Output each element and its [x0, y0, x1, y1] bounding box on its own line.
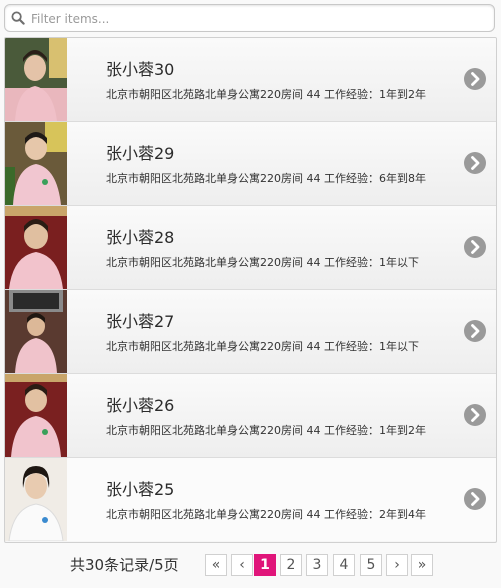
item-description: 北京市朝阳区北苑路北单身公寓220房间 44 工作经验：1年到2年: [106, 424, 426, 437]
list-item[interactable]: 张小蓉29 北京市朝阳区北苑路北单身公寓220房间 44 工作经验：6年到8年: [5, 122, 496, 206]
pagination: 共30条记录/5页 « ‹ 1 2 3 4 5 › »: [0, 548, 501, 584]
chevron-right-icon[interactable]: [464, 488, 486, 510]
chevron-right-icon[interactable]: [464, 404, 486, 426]
search-icon: [11, 11, 25, 25]
item-description: 北京市朝阳区北苑路北单身公寓220房间 44 工作经验：1年以下: [106, 256, 419, 269]
next-page-button[interactable]: ›: [386, 554, 408, 576]
filter-input[interactable]: [29, 8, 488, 30]
chevron-right-icon[interactable]: [464, 236, 486, 258]
item-name: 张小蓉26: [106, 396, 175, 415]
chevron-right-icon[interactable]: [464, 152, 486, 174]
staff-photo: [5, 290, 67, 373]
staff-photo: [5, 374, 67, 457]
page-button-1[interactable]: 1: [254, 554, 276, 576]
staff-list: 张小蓉30 北京市朝阳区北苑路北单身公寓220房间 44 工作经验：1年到2年 …: [4, 37, 497, 543]
staff-photo: [5, 458, 67, 541]
last-page-button[interactable]: »: [411, 554, 433, 576]
list-item[interactable]: 张小蓉26 北京市朝阳区北苑路北单身公寓220房间 44 工作经验：1年到2年: [5, 374, 496, 458]
item-name: 张小蓉29: [106, 144, 175, 163]
item-description: 北京市朝阳区北苑路北单身公寓220房间 44 工作经验：1年以下: [106, 340, 419, 353]
item-description: 北京市朝阳区北苑路北单身公寓220房间 44 工作经验：6年到8年: [106, 172, 426, 185]
item-description: 北京市朝阳区北苑路北单身公寓220房间 44 工作经验：1年到2年: [106, 88, 426, 101]
list-item[interactable]: 张小蓉30 北京市朝阳区北苑路北单身公寓220房间 44 工作经验：1年到2年: [5, 38, 496, 122]
item-name: 张小蓉27: [106, 312, 175, 331]
list-item[interactable]: 张小蓉27 北京市朝阳区北苑路北单身公寓220房间 44 工作经验：1年以下: [5, 290, 496, 374]
staff-photo: [5, 122, 67, 205]
filter-bar: [4, 4, 495, 32]
pagination-summary: 共30条记录/5页: [70, 556, 179, 574]
filter-box[interactable]: [4, 4, 495, 32]
item-description: 北京市朝阳区北苑路北单身公寓220房间 44 工作经验：2年到4年: [106, 508, 426, 521]
first-page-button[interactable]: «: [205, 554, 227, 576]
chevron-right-icon[interactable]: [464, 68, 486, 90]
page-button-2[interactable]: 2: [280, 554, 302, 576]
staff-photo: [5, 38, 67, 121]
page-button-5[interactable]: 5: [360, 554, 382, 576]
list-item[interactable]: 张小蓉28 北京市朝阳区北苑路北单身公寓220房间 44 工作经验：1年以下: [5, 206, 496, 290]
prev-page-button[interactable]: ‹: [231, 554, 253, 576]
list-item[interactable]: 张小蓉25 北京市朝阳区北苑路北单身公寓220房间 44 工作经验：2年到4年: [5, 458, 496, 541]
chevron-right-icon[interactable]: [464, 320, 486, 342]
staff-photo: [5, 206, 67, 289]
item-name: 张小蓉28: [106, 228, 175, 247]
page-button-4[interactable]: 4: [333, 554, 355, 576]
page-button-3[interactable]: 3: [306, 554, 328, 576]
item-name: 张小蓉30: [106, 60, 175, 79]
item-name: 张小蓉25: [106, 480, 175, 499]
